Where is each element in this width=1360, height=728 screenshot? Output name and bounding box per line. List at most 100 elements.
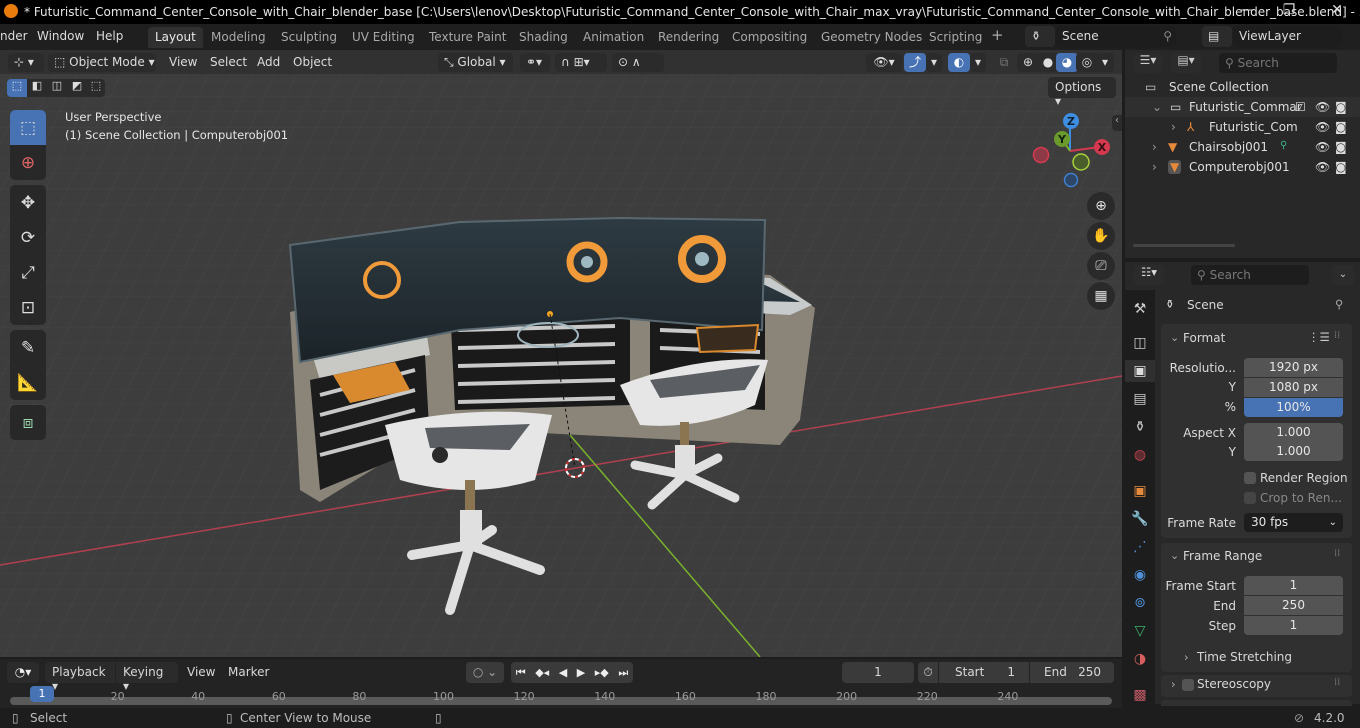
keying-dropdown[interactable]: Keying ▾ [116,662,178,693]
view-layer-tab-icon[interactable]: ▤ [1129,388,1151,410]
timeline-menu-marker[interactable]: Marker [228,665,269,679]
render-tab-icon[interactable]: ◫ [1129,332,1151,354]
start-frame-field[interactable]: Start 1 [939,662,1029,683]
scale-tool[interactable]: ⤢ [10,255,46,290]
aspect-y-field[interactable]: 1.000 [1244,442,1343,461]
jump-start-icon[interactable]: ⏮ [516,666,526,680]
modifiers-tab-icon[interactable]: 🔧 [1129,508,1151,530]
view-layer-icon[interactable]: ▤ [1202,26,1232,47]
frame-step-field[interactable]: 1 [1244,616,1343,635]
outliner-row-computer[interactable]: › ▼ Computerobj001 👁 ◙ [1125,157,1360,177]
pan-button[interactable]: ✋ [1087,222,1115,250]
drag-handle-icon[interactable]: ⁞⁞ [1334,330,1340,341]
view-layer-field[interactable]: ViewLayer [1233,26,1343,47]
auto-keying-toggle[interactable]: ○ ⌄ [466,662,504,683]
move-tool[interactable]: ✥ [10,185,46,220]
neg-y-axis-handle[interactable] [1072,153,1090,171]
texture-tab-icon[interactable]: ▩ [1129,684,1151,706]
outliner-row-chairs[interactable]: › ▼ Chairsobj001 ⚲ 👁 ◙ [1125,137,1360,157]
material-tab-icon[interactable]: ◑ [1129,648,1151,670]
tab-animation[interactable]: Animation [576,27,651,48]
add-workspace-button[interactable]: + [991,26,1004,44]
menu-view[interactable]: View [169,55,197,69]
snap-toggle[interactable]: ∩ ⊞▾ [555,53,607,72]
shading-dropdown[interactable]: ▾ [1096,53,1114,72]
cursor-tool[interactable]: ⊕ [10,145,46,180]
camera-icon[interactable]: ◙ [1335,140,1347,154]
tab-layout[interactable]: Layout [148,27,203,48]
tab-modeling[interactable]: Modeling [204,27,273,48]
wireframe-shading-button[interactable]: ⊕ [1017,53,1039,72]
format-collapse-icon[interactable]: ⌄ [1170,331,1179,344]
pin-icon[interactable]: ⚲ [1335,297,1343,311]
render-region-label[interactable]: Render Region [1260,471,1348,485]
overlays-toggle[interactable]: ◐ [948,53,970,72]
scene-tab-icon[interactable]: ⚱ [1129,416,1151,438]
timeline-scrollbar[interactable] [10,697,1112,705]
sidebar-toggle[interactable]: ‹ [1112,115,1122,131]
display-mode-dropdown[interactable]: ▤▾ [1171,53,1201,73]
frame-rate-dropdown[interactable]: 30 fps ⌄ [1244,513,1343,532]
select-new-icon[interactable]: ⬚ [7,79,27,97]
data-tab-icon[interactable]: ▽ [1129,620,1151,642]
selectability-visibility-dropdown[interactable]: 👁▾ [866,53,902,72]
render-region-checkbox[interactable] [1244,472,1256,484]
add-cube-tool[interactable]: ⧈ [10,405,46,440]
select-box-tool[interactable]: ⬚ [10,110,46,145]
expand-icon[interactable]: › [1152,140,1157,154]
scene-name-field[interactable]: Scene ⚲ [1056,26,1176,47]
stereoscopy-checkbox[interactable] [1182,679,1194,691]
drag-handle-icon[interactable]: ⁞⁞ [1334,548,1340,559]
eye-icon[interactable]: 👁 [1315,100,1330,114]
gizmo-dropdown[interactable]: ▾ [926,53,942,72]
physics-tab-icon[interactable]: ◉ [1129,564,1151,586]
tab-scripting[interactable]: Scripting [922,27,989,48]
object-tab-icon[interactable]: ▣ [1129,480,1151,502]
close-button[interactable]: ✕ [1322,2,1352,22]
outliner-row-collection[interactable]: ⌄ ▭ Futuristic_Commar ☑ 👁 ◙ [1125,97,1360,117]
editor-type-button[interactable]: ⊹ ▾ [8,53,44,72]
camera-view-button[interactable]: ⎚ [1087,252,1115,280]
next-keyframe-icon[interactable]: ▸◆ [595,666,609,679]
expand-icon[interactable]: ⌄ [1152,100,1162,114]
tab-rendering[interactable]: Rendering [651,27,726,48]
mode-selector[interactable]: ⬚ Object Mode ▾ [48,53,156,72]
presets-icon[interactable]: ⋮☰ [1308,330,1330,344]
resolution-y-field[interactable]: 1080 px [1244,378,1343,397]
pivot-point-dropdown[interactable]: ⚭▾ [520,53,550,72]
options-dropdown[interactable]: Options ▾ [1048,77,1116,108]
rendered-shading-button[interactable]: ◎ [1076,53,1098,72]
select-intersect-icon[interactable]: ⬚ [87,79,105,97]
resolution-percent-field[interactable]: 100% [1244,398,1343,417]
stopwatch-icon[interactable]: ⏱ [918,662,938,683]
minimize-button[interactable]: — [1232,2,1262,22]
overlays-dropdown[interactable]: ▾ [970,53,986,72]
camera-icon[interactable]: ◙ [1335,160,1347,174]
exclude-checkbox[interactable]: ☑ [1295,100,1306,114]
properties-search-input[interactable]: ⚲ Search [1191,265,1309,285]
play-reverse-icon[interactable]: ◀ [559,666,567,679]
timeline-menu-view[interactable]: View [187,665,215,679]
scene-selector-icon[interactable]: ⚱ [1025,26,1055,47]
stereoscopy-panel-title[interactable]: Stereoscopy [1197,677,1271,691]
rotate-tool[interactable]: ⟳ [10,220,46,255]
playhead-frame-indicator[interactable]: 1 [30,686,54,702]
crop-region-checkbox[interactable] [1244,492,1256,504]
tab-sculpting[interactable]: Sculpting [274,27,344,48]
drag-handle-icon[interactable]: ⁞⁞ [1334,677,1340,688]
frame-range-collapse-icon[interactable]: ⌄ [1170,549,1179,562]
world-tab-icon[interactable]: ◍ [1129,444,1151,466]
eye-icon[interactable]: 👁 [1315,140,1330,154]
material-preview-shading-button[interactable]: ◕ [1056,53,1078,72]
outliner-row-scene-collection[interactable]: ▭ Scene Collection [1125,77,1360,97]
prev-keyframe-icon[interactable]: ◆◂ [535,666,549,679]
constraints-tab-icon[interactable]: ⊚ [1129,592,1151,614]
aspect-x-field[interactable]: 1.000 [1244,423,1343,442]
menu-select[interactable]: Select [210,55,247,69]
camera-icon[interactable]: ◙ [1335,100,1347,114]
expand-icon[interactable]: › [1171,120,1176,134]
select-extend-icon[interactable]: ◧ [27,79,47,97]
annotate-tool[interactable]: ✎ [10,330,46,365]
neg-z-axis-handle[interactable] [1063,172,1079,188]
end-frame-field[interactable]: End 250 [1030,662,1114,683]
